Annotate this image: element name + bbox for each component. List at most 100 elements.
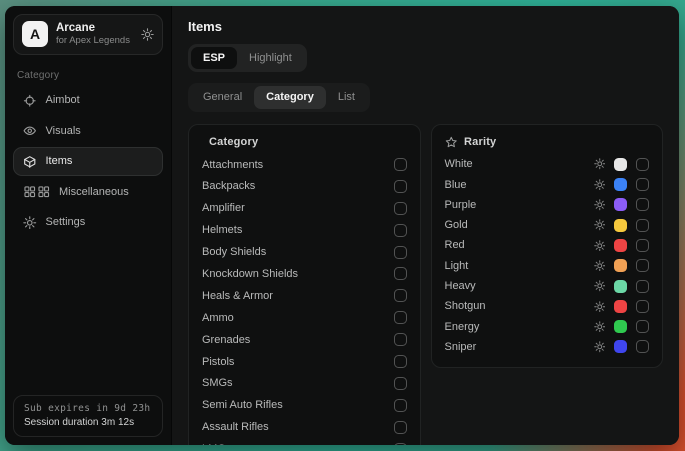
checkbox[interactable] (636, 340, 649, 353)
brand-logo: A (22, 21, 48, 47)
tab-list[interactable]: List (326, 86, 367, 108)
sidebar-item-aimbot[interactable]: Aimbot (13, 86, 163, 116)
category-row-assault-rifles: Assault Rifles (202, 416, 407, 438)
rarity-row-blue: Blue (445, 174, 650, 194)
gear-icon[interactable] (594, 219, 606, 231)
rarity-panel: Rarity WhiteBluePurpleGoldRedLightHeavyS… (431, 124, 664, 368)
color-swatch[interactable] (614, 300, 627, 313)
sidebar-item-label: Settings (46, 216, 86, 228)
sidebar: A Arcane for Apex Legends Category Aimbo… (5, 6, 172, 445)
rarity-row-controls (594, 178, 650, 191)
checkbox[interactable] (394, 399, 407, 412)
gear-icon[interactable] (594, 179, 606, 191)
gear-icon[interactable] (594, 341, 606, 353)
sidebar-item-items[interactable]: Items (13, 147, 163, 177)
color-swatch[interactable] (614, 219, 627, 232)
checkbox[interactable] (636, 300, 649, 313)
category-item-label: Helmets (202, 224, 242, 236)
mode-esp[interactable]: ESP (191, 47, 237, 69)
rarity-row-gold: Gold (445, 215, 650, 235)
color-swatch[interactable] (614, 259, 627, 272)
category-row-semi-auto-rifles: Semi Auto Rifles (202, 394, 407, 416)
sidebar-item-miscellaneous[interactable]: Miscellaneous (13, 177, 163, 207)
color-swatch[interactable] (614, 280, 627, 293)
page-title: Items (188, 19, 663, 34)
checkbox[interactable] (394, 377, 407, 390)
checkbox[interactable] (636, 198, 649, 211)
category-row-grenades: Grenades (202, 329, 407, 351)
checkbox[interactable] (636, 239, 649, 252)
gear-icon[interactable] (594, 321, 606, 333)
rarity-list: WhiteBluePurpleGoldRedLightHeavyShotgunE… (445, 154, 650, 357)
rarity-item-label: Gold (445, 219, 594, 231)
rarity-row-controls (594, 259, 650, 272)
color-swatch[interactable] (614, 340, 627, 353)
sidebar-item-visuals[interactable]: Visuals (13, 116, 163, 146)
category-row-pistols: Pistols (202, 351, 407, 373)
gear-icon[interactable] (594, 240, 606, 252)
gear-icon[interactable] (594, 199, 606, 211)
tab-general[interactable]: General (191, 86, 254, 108)
checkbox[interactable] (636, 280, 649, 293)
category-row-helmets: Helmets (202, 219, 407, 241)
checkbox[interactable] (636, 219, 649, 232)
gear-icon[interactable] (141, 28, 154, 41)
category-item-label: Amplifier (202, 202, 245, 214)
checkbox[interactable] (394, 246, 407, 259)
rarity-item-label: Heavy (445, 280, 594, 292)
rarity-row-heavy: Heavy (445, 276, 650, 296)
rarity-item-label: White (445, 158, 594, 170)
checkbox[interactable] (394, 443, 407, 445)
checkbox[interactable] (394, 311, 407, 324)
checkbox[interactable] (394, 355, 407, 368)
rarity-panel-header: Rarity (445, 134, 650, 149)
checkbox[interactable] (394, 333, 407, 346)
rarity-row-shotgun: Shotgun (445, 296, 650, 316)
rarity-row-sniper: Sniper (445, 337, 650, 357)
checkbox[interactable] (636, 158, 649, 171)
gear-icon[interactable] (594, 260, 606, 272)
sidebar-section-label: Category (17, 70, 159, 81)
rarity-row-controls (594, 219, 650, 232)
checkbox[interactable] (394, 180, 407, 193)
color-swatch[interactable] (614, 239, 627, 252)
checkbox[interactable] (394, 158, 407, 171)
color-swatch[interactable] (614, 198, 627, 211)
checkbox[interactable] (394, 267, 407, 280)
category-panel: Category AttachmentsBackpacksAmplifierHe… (188, 124, 421, 445)
rarity-row-light: Light (445, 256, 650, 276)
rarity-panel-title: Rarity (464, 136, 496, 148)
checkbox[interactable] (636, 320, 649, 333)
sidebar-item-label: Aimbot (46, 94, 80, 106)
checkbox[interactable] (394, 289, 407, 302)
rarity-item-label: Blue (445, 179, 594, 191)
color-swatch[interactable] (614, 158, 627, 171)
rarity-row-controls (594, 340, 650, 353)
checkbox[interactable] (394, 224, 407, 237)
checkbox[interactable] (636, 178, 649, 191)
color-swatch[interactable] (614, 320, 627, 333)
gear-icon[interactable] (594, 158, 606, 170)
panels-row: Category AttachmentsBackpacksAmplifierHe… (188, 124, 663, 445)
rarity-item-label: Shotgun (445, 300, 594, 312)
star-icon (445, 136, 458, 149)
checkbox[interactable] (636, 259, 649, 272)
brand-subtitle: for Apex Legends (56, 35, 133, 47)
session-duration-text: Session duration 3m 12s (24, 417, 152, 428)
sidebar-item-settings[interactable]: Settings (13, 208, 163, 238)
grid-icon (23, 185, 50, 199)
category-row-attachments: Attachments (202, 154, 407, 176)
category-row-lmgs: LMGs (202, 438, 407, 445)
color-swatch[interactable] (614, 178, 627, 191)
rarity-row-purple: Purple (445, 195, 650, 215)
category-item-label: Backpacks (202, 180, 255, 192)
eye-icon (23, 124, 37, 138)
checkbox[interactable] (394, 202, 407, 215)
rarity-row-white: White (445, 154, 650, 174)
rarity-row-controls (594, 158, 650, 171)
checkbox[interactable] (394, 421, 407, 434)
gear-icon[interactable] (594, 301, 606, 313)
mode-highlight[interactable]: Highlight (237, 47, 304, 69)
gear-icon[interactable] (594, 280, 606, 292)
tab-category[interactable]: Category (254, 86, 326, 108)
